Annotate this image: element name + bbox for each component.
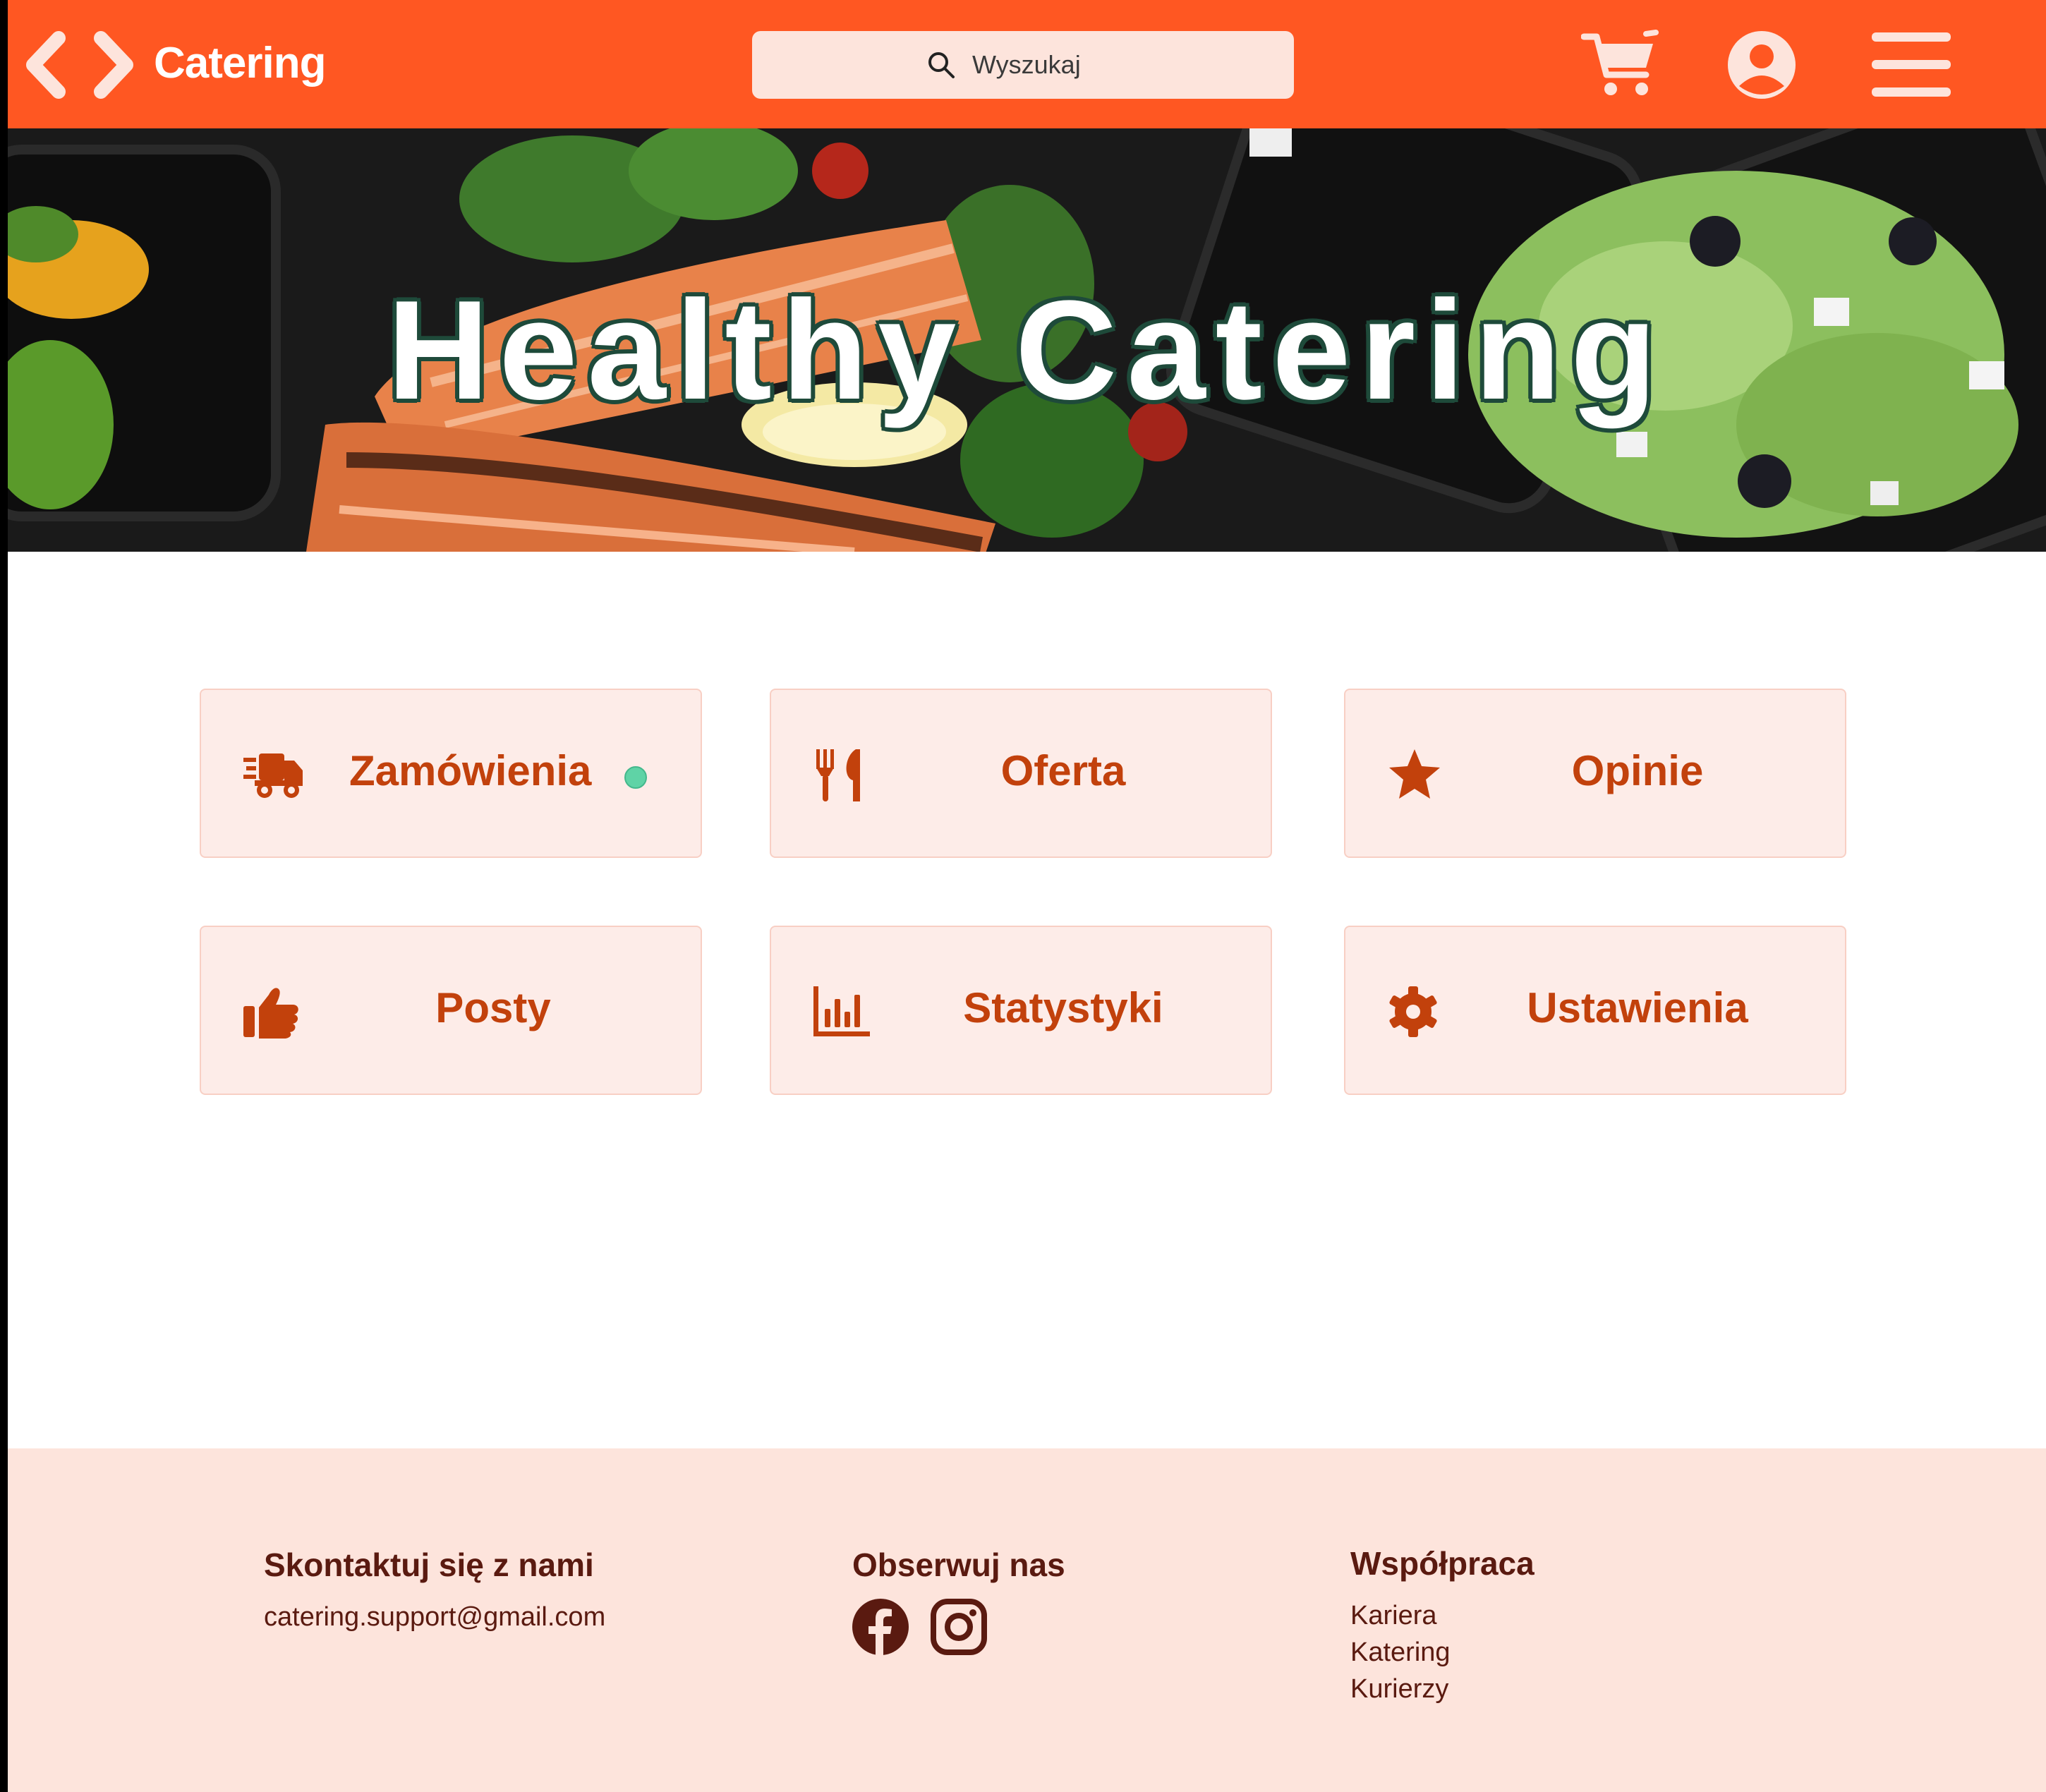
page: Catering Wyszukaj Healthy Catering Zamów…: [8, 0, 2046, 1792]
hero-title: Healthy Catering: [387, 272, 1667, 429]
instagram-icon[interactable]: [931, 1599, 987, 1655]
card-posty[interactable]: Posty: [200, 926, 702, 1095]
status-dot: [624, 766, 647, 789]
gear-icon: [1388, 985, 1447, 1039]
card-zamowienia[interactable]: Zamówienia: [200, 689, 702, 858]
card-label: Zamówienia: [349, 747, 592, 794]
footer-link-kariera[interactable]: Kariera: [1350, 1601, 1437, 1631]
forward-arrow-icon[interactable]: [88, 31, 138, 99]
thumbs-up-icon: [243, 985, 303, 1039]
top-navigation-bar: Catering: [8, 0, 2046, 128]
card-oferta[interactable]: Oferta: [770, 689, 1272, 858]
search-bar[interactable]: [752, 31, 1294, 99]
hero-banner: Healthy Catering: [8, 128, 2046, 552]
cooperation-title: Współpraca: [1350, 1545, 1534, 1582]
cart-icon[interactable]: [1581, 30, 1659, 100]
utensils-icon: [813, 748, 873, 801]
facebook-icon[interactable]: [852, 1599, 909, 1655]
card-label: Oferta: [1000, 747, 1126, 794]
follow-title: Obserwuj nas: [852, 1546, 1065, 1583]
delivery-truck-icon: [243, 748, 303, 801]
footer-link-katering[interactable]: Katering: [1350, 1637, 1451, 1668]
back-arrow-icon[interactable]: [22, 31, 71, 99]
star-icon: [1388, 748, 1447, 801]
card-label: Posty: [435, 984, 551, 1031]
search-icon: [928, 52, 955, 78]
card-ustawienia[interactable]: Ustawienia: [1344, 926, 1846, 1095]
bar-chart-icon: [813, 985, 873, 1039]
brand-title[interactable]: Catering: [154, 38, 326, 88]
card-label: Opinie: [1571, 747, 1704, 794]
card-label: Ustawienia: [1527, 984, 1748, 1031]
card-statystyki[interactable]: Statystyki: [770, 926, 1272, 1095]
footer-link-kurierzy[interactable]: Kurierzy: [1350, 1674, 1448, 1705]
card-opinie[interactable]: Opinie: [1344, 689, 1846, 858]
user-icon[interactable]: [1726, 30, 1797, 100]
contact-title: Skontaktuj się z nami: [264, 1546, 594, 1583]
contact-email-link[interactable]: catering.support@gmail.com: [264, 1602, 605, 1633]
hamburger-menu-icon[interactable]: [1870, 30, 1952, 100]
footer: Skontaktuj się z nami catering.support@g…: [8, 1448, 2046, 1792]
search-input[interactable]: [972, 45, 1269, 85]
card-label: Statystyki: [963, 984, 1163, 1031]
